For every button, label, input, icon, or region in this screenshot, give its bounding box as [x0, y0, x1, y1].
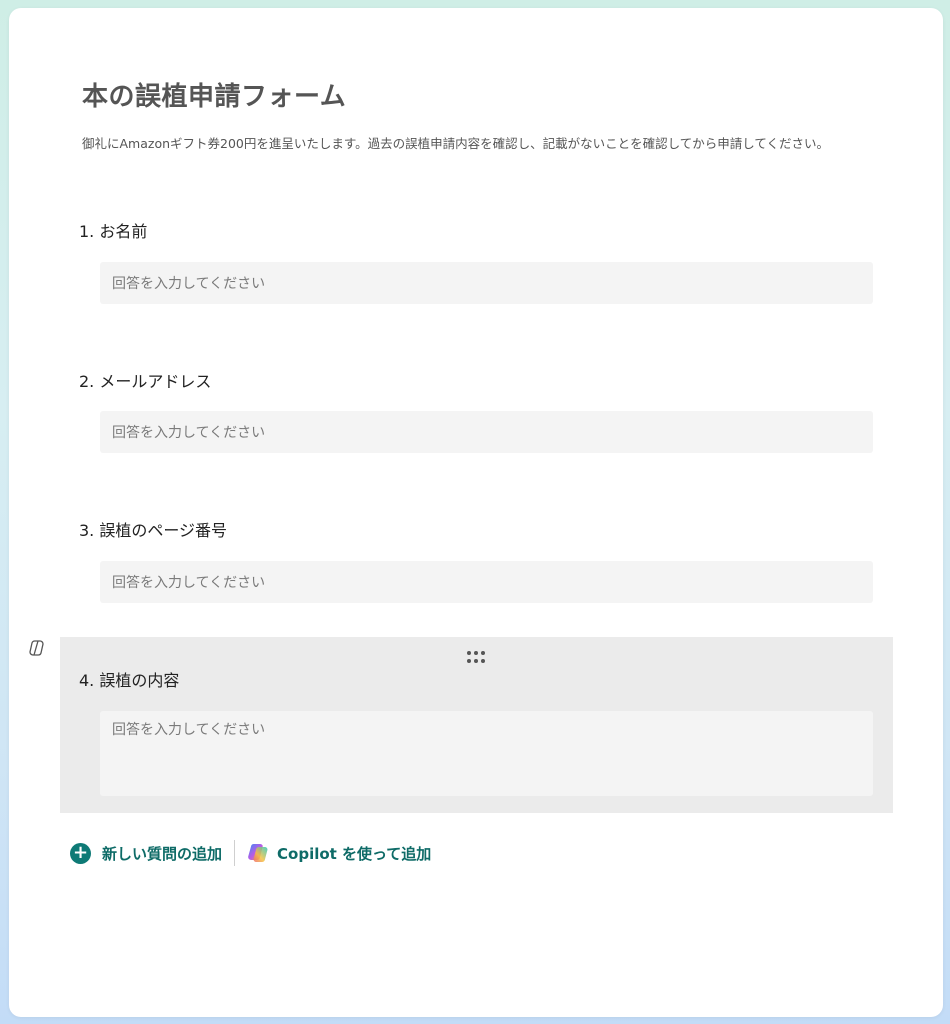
answer-textarea-typo-content[interactable]: 回答を入力してください: [100, 711, 873, 796]
answer-input-name[interactable]: 回答を入力してください: [100, 262, 873, 304]
answer-input-page-number[interactable]: 回答を入力してください: [100, 561, 873, 603]
copilot-icon[interactable]: [247, 842, 269, 864]
drag-handle-icon[interactable]: [467, 651, 485, 663]
form-title[interactable]: 本の誤植申請フォーム: [82, 76, 346, 113]
plus-icon[interactable]: +: [70, 842, 91, 864]
add-question-button[interactable]: 新しい質問の追加: [102, 843, 222, 864]
answer-input-email[interactable]: 回答を入力してください: [100, 411, 873, 453]
question-label: 3. 誤植のページ番号: [79, 521, 228, 540]
question-label: 2. メールアドレス: [79, 372, 212, 391]
add-question-bar: + 新しい質問の追加 Copilot を使って追加: [70, 839, 431, 867]
copilot-outline-icon[interactable]: [29, 639, 47, 657]
question-label: 1. お名前: [79, 222, 148, 241]
divider: [234, 840, 236, 866]
form-description[interactable]: 御礼にAmazonギフト券200円を進呈いたします。過去の誤植申請内容を確認し、…: [82, 133, 902, 152]
copilot-add-button[interactable]: Copilot を使って追加: [277, 843, 431, 864]
question-label: 4. 誤植の内容: [79, 671, 180, 690]
form-card: 本の誤植申請フォーム 御礼にAmazonギフト券200円を進呈いたします。過去の…: [9, 8, 943, 1017]
